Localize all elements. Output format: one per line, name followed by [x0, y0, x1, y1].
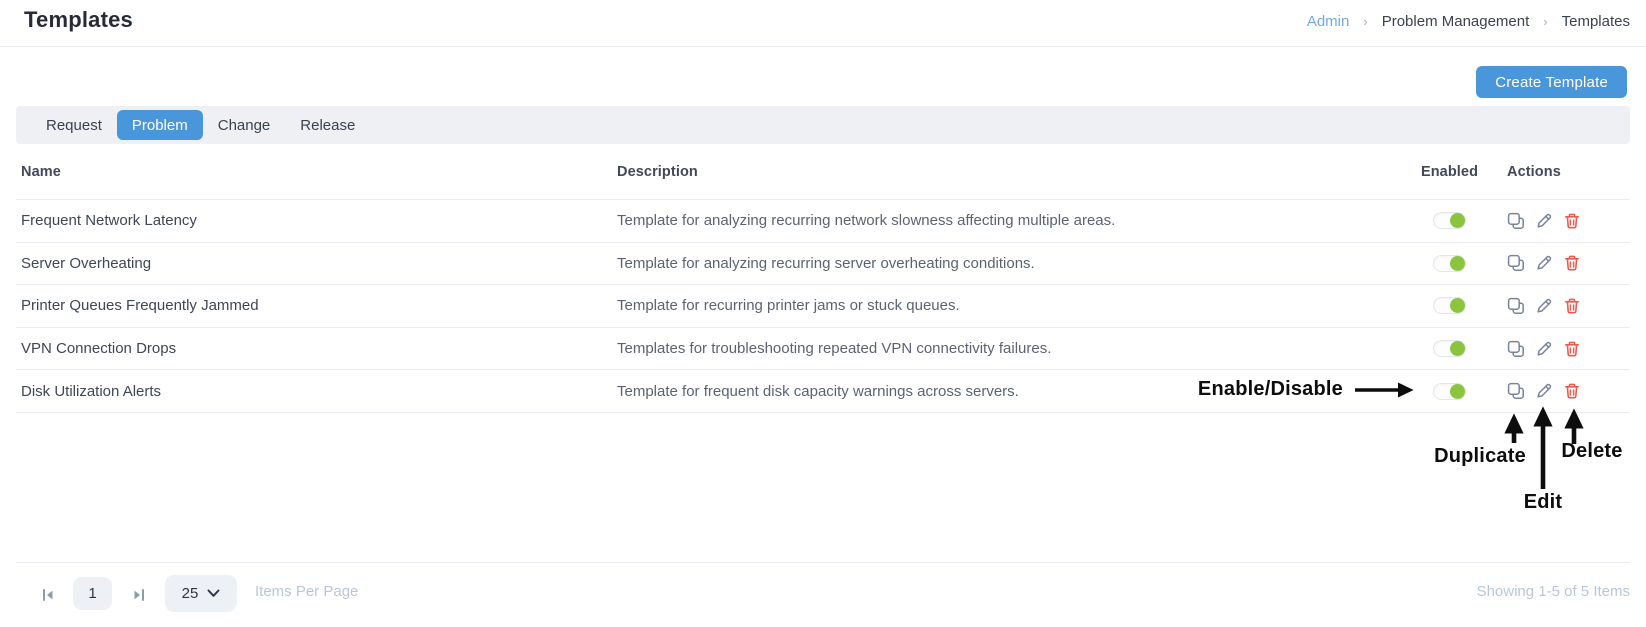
- table-body: Frequent Network Latency Template for an…: [16, 200, 1630, 413]
- create-template-button[interactable]: Create Template: [1476, 66, 1627, 98]
- edit-icon[interactable]: [1535, 382, 1553, 400]
- annotation-duplicate: Duplicate: [1434, 445, 1526, 467]
- column-header-actions: Actions: [1507, 163, 1561, 180]
- tab-release[interactable]: Release: [285, 110, 370, 140]
- annotation-edit: Edit: [1523, 491, 1563, 513]
- page-number-button[interactable]: 1: [73, 577, 112, 610]
- edit-icon[interactable]: [1535, 297, 1553, 315]
- toggle-knob: [1450, 341, 1465, 357]
- enabled-toggle[interactable]: [1433, 254, 1466, 272]
- breadcrumb-admin[interactable]: Admin: [1307, 13, 1350, 30]
- tab-label: Request: [46, 116, 102, 134]
- pagination-divider: [16, 562, 1630, 563]
- delete-icon[interactable]: [1563, 254, 1581, 272]
- enabled-toggle[interactable]: [1433, 212, 1466, 230]
- edit-icon[interactable]: [1535, 254, 1553, 272]
- tab-bar: Request Problem Change Release: [16, 106, 1630, 144]
- templates-table: Name Description Enabled Actions Frequen…: [16, 144, 1630, 413]
- chevron-down-icon: [207, 589, 220, 597]
- items-per-page-label: Items Per Page: [255, 583, 359, 600]
- delete-icon[interactable]: [1563, 297, 1581, 315]
- table-row: Frequent Network Latency Template for an…: [16, 200, 1630, 243]
- tab-problem[interactable]: Problem: [116, 110, 203, 140]
- template-description: Template for analyzing recurring server …: [617, 254, 1035, 272]
- tab-label: Release: [300, 116, 356, 134]
- delete-icon[interactable]: [1563, 212, 1581, 230]
- table-row: Server Overheating Template for analyzin…: [16, 243, 1630, 286]
- annotation-delete: Delete: [1561, 440, 1623, 462]
- breadcrumb-problem-management[interactable]: Problem Management: [1382, 13, 1530, 30]
- toggle-knob: [1450, 383, 1465, 399]
- template-description: Templates for troubleshooting repeated V…: [617, 340, 1052, 358]
- enabled-toggle[interactable]: [1433, 340, 1466, 358]
- showing-count: Showing 1-5 of 5 Items: [1476, 583, 1630, 600]
- delete-icon[interactable]: [1563, 340, 1581, 358]
- table-row: Disk Utilization Alerts Template for fre…: [16, 370, 1630, 413]
- template-description: Template for recurring printer jams or s…: [617, 297, 960, 315]
- toggle-knob: [1450, 213, 1465, 229]
- items-per-page-value: 25: [181, 585, 199, 602]
- first-page-icon[interactable]: [40, 587, 56, 603]
- templates-page: Templates Admin › Problem Management › T…: [0, 0, 1646, 627]
- duplicate-icon[interactable]: [1507, 382, 1525, 400]
- template-name: Frequent Network Latency: [21, 212, 197, 230]
- breadcrumb-separator-icon: ›: [1543, 14, 1548, 29]
- page-title: Templates: [24, 7, 133, 32]
- items-per-page-select[interactable]: 25: [165, 575, 237, 612]
- last-page-icon[interactable]: [131, 587, 147, 603]
- column-header-description: Description: [617, 163, 698, 180]
- annotation-enable-disable: Enable/Disable: [1197, 378, 1343, 400]
- breadcrumb-templates: Templates: [1561, 13, 1630, 30]
- breadcrumb: Admin › Problem Management › Templates: [1307, 13, 1630, 30]
- table-header-row: Name Description Enabled Actions: [16, 144, 1630, 200]
- enabled-toggle[interactable]: [1433, 382, 1466, 400]
- breadcrumb-separator-icon: ›: [1363, 14, 1368, 29]
- column-header-name: Name: [21, 163, 61, 180]
- toggle-knob: [1450, 255, 1465, 271]
- template-name: Printer Queues Frequently Jammed: [21, 297, 259, 315]
- duplicate-icon[interactable]: [1507, 297, 1525, 315]
- template-name: Disk Utilization Alerts: [21, 382, 162, 400]
- template-name: VPN Connection Drops: [21, 340, 177, 358]
- toggle-knob: [1450, 298, 1465, 314]
- edit-icon[interactable]: [1535, 340, 1553, 358]
- tab-change[interactable]: Change: [203, 110, 286, 140]
- tab-request[interactable]: Request: [31, 110, 117, 140]
- duplicate-icon[interactable]: [1507, 212, 1525, 230]
- tab-label: Problem: [131, 116, 188, 134]
- template-description: Template for analyzing recurring network…: [617, 212, 1116, 230]
- tab-label: Change: [217, 116, 271, 134]
- page-header: Templates Admin › Problem Management › T…: [0, 0, 1646, 47]
- table-row: VPN Connection Drops Templates for troub…: [16, 328, 1630, 371]
- delete-icon[interactable]: [1563, 382, 1581, 400]
- column-header-enabled: Enabled: [1420, 163, 1479, 180]
- enabled-toggle[interactable]: [1433, 297, 1466, 315]
- duplicate-icon[interactable]: [1507, 254, 1525, 272]
- table-row: Printer Queues Frequently Jammed Templat…: [16, 285, 1630, 328]
- duplicate-icon[interactable]: [1507, 340, 1525, 358]
- template-name: Server Overheating: [21, 254, 152, 272]
- edit-icon[interactable]: [1535, 212, 1553, 230]
